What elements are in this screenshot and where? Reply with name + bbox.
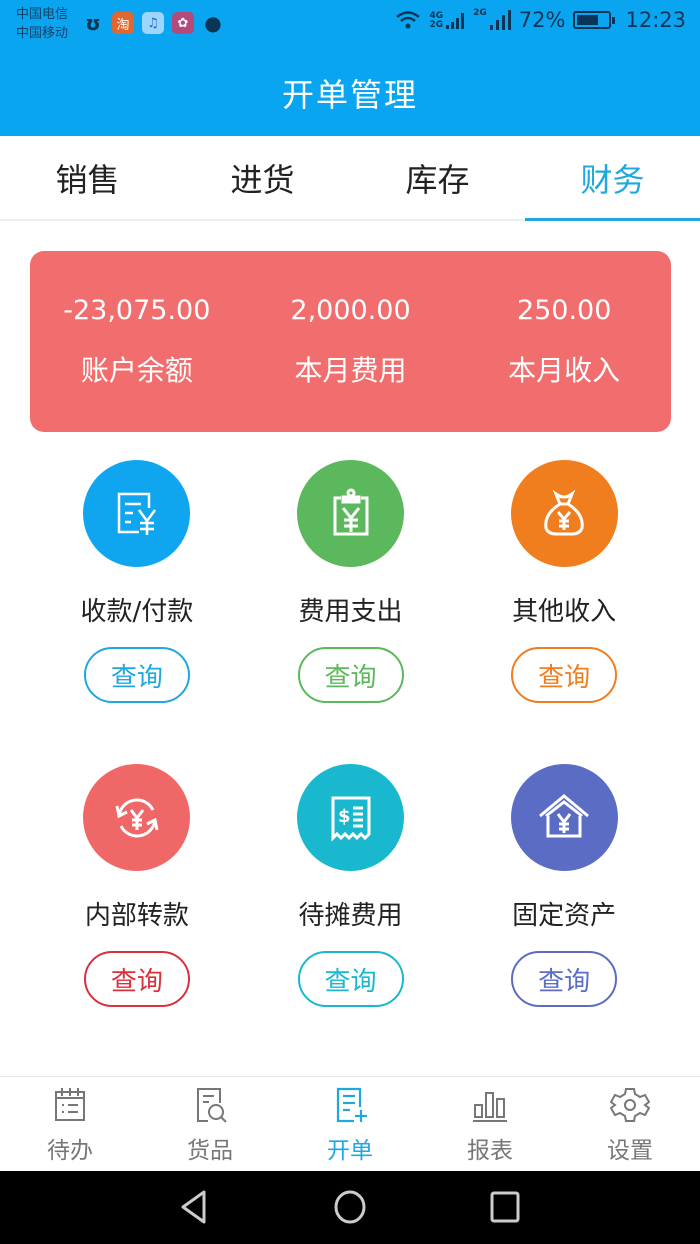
summary-value: -23,075.00 xyxy=(63,295,211,326)
carrier-2: 中国移动 xyxy=(16,26,69,41)
nav-todo[interactable]: 待办 xyxy=(0,1077,140,1171)
home-icon[interactable] xyxy=(332,1189,368,1225)
function-label: 其他收入 xyxy=(512,597,617,627)
wifi-icon xyxy=(396,11,421,29)
nav-label: 待办 xyxy=(47,1138,93,1164)
function-internal-transfer: 内部转款 查询 xyxy=(30,764,244,1068)
app-u-icon: ʊ xyxy=(85,11,101,35)
signal-bars-icon xyxy=(489,10,511,30)
gear-icon xyxy=(610,1088,650,1122)
status-indicators: 4G 2G 2G 72% 12:23 xyxy=(395,8,686,32)
fixed-assets-button[interactable] xyxy=(510,764,618,871)
receipt-yen-icon xyxy=(117,492,156,535)
battery-fill xyxy=(577,15,598,25)
other-income-button[interactable] xyxy=(510,460,618,567)
summary-value: 2,000.00 xyxy=(290,295,411,326)
svg-text:$: $ xyxy=(338,806,351,827)
nav-label: 开单 xyxy=(327,1138,373,1164)
battery-icon xyxy=(573,11,616,29)
query-receive-pay-button[interactable]: 查询 xyxy=(83,647,190,703)
tab-purchase[interactable]: 进货 xyxy=(175,136,350,219)
function-label: 固定资产 xyxy=(512,901,617,931)
summary-account-balance[interactable]: -23,075.00 账户余额 xyxy=(30,251,244,432)
query-deferred-expense-button[interactable]: 查询 xyxy=(297,951,404,1007)
nav-create-order[interactable]: 开单 xyxy=(280,1077,420,1171)
query-expense-button[interactable]: 查询 xyxy=(297,647,404,703)
bill-dollar-icon: $ xyxy=(331,796,370,842)
function-label: 费用支出 xyxy=(298,597,403,627)
battery-percent: 72% xyxy=(518,8,566,32)
nav-label: 货品 xyxy=(187,1138,233,1164)
tab-sales[interactable]: 销售 xyxy=(0,136,175,219)
system-nav-bar xyxy=(0,1171,700,1244)
app-header: 开单管理 xyxy=(0,50,700,136)
function-other-income: 其他收入 查询 xyxy=(457,460,671,764)
network-type-2: 2G xyxy=(473,8,487,18)
summary-month-income[interactable]: 250.00 本月收入 xyxy=(457,251,671,432)
query-other-income-button[interactable]: 查询 xyxy=(511,647,618,703)
query-fixed-assets-button[interactable]: 查询 xyxy=(511,951,618,1007)
chat-icon: ● xyxy=(204,11,222,35)
function-label: 待摊费用 xyxy=(298,901,403,931)
expense-button[interactable] xyxy=(297,460,404,567)
house-yen-icon xyxy=(539,793,590,837)
summary-label: 账户余额 xyxy=(80,354,193,387)
page-title: 开单管理 xyxy=(281,76,418,114)
network-type-bottom: 2G xyxy=(429,20,444,30)
tab-finance[interactable]: 财务 xyxy=(525,136,700,221)
finance-summary-card: -23,075.00 账户余额 2,000.00 本月费用 250.00 本月收… xyxy=(30,251,671,432)
deferred-expense-button[interactable]: $ xyxy=(297,764,404,871)
recents-icon[interactable] xyxy=(488,1189,522,1225)
tab-inventory[interactable]: 库存 xyxy=(350,136,525,219)
function-deferred-expense: $ 待摊费用 查询 xyxy=(244,764,458,1068)
bottom-nav: 待办 货品 开单 报表 设置 xyxy=(0,1076,700,1171)
function-expense: 费用支出 查询 xyxy=(244,460,458,764)
notification-icons: ʊ 淘 ♫ ✿ ● xyxy=(82,11,224,35)
tab-bar: 销售 进货 库存 财务 xyxy=(0,136,700,221)
finance-function-grid: 收款/付款 查询 费用支出 查询 其他收入 查询 内部转款 查询 $ 待摊费用 … xyxy=(30,460,671,1068)
transfer-yen-icon xyxy=(115,798,159,837)
function-label: 内部转款 xyxy=(84,901,189,931)
clipboard-yen-icon xyxy=(333,488,368,535)
taobao-icon: 淘 xyxy=(112,12,134,34)
signal-sim1: 4G 2G xyxy=(429,10,465,30)
calendar-todo-icon xyxy=(55,1088,85,1121)
document-search-icon xyxy=(197,1088,227,1123)
status-bar: 中国电信 中国移动 ʊ 淘 ♫ ✿ ● 4G 2G 2G 72% 12:23 xyxy=(0,0,700,50)
huawei-icon: ✿ xyxy=(172,12,194,34)
clock: 12:23 xyxy=(625,8,686,32)
back-icon[interactable] xyxy=(178,1189,212,1225)
summary-value: 250.00 xyxy=(516,295,612,326)
summary-month-expense[interactable]: 2,000.00 本月费用 xyxy=(244,251,458,432)
document-add-icon xyxy=(336,1087,367,1123)
bar-chart-icon xyxy=(473,1092,507,1122)
signal-bars-icon xyxy=(446,13,465,29)
summary-label: 本月费用 xyxy=(294,354,407,387)
query-internal-transfer-button[interactable]: 查询 xyxy=(83,951,190,1007)
carrier-1: 中国电信 xyxy=(16,7,69,22)
summary-label: 本月收入 xyxy=(508,354,621,387)
receive-pay-button[interactable] xyxy=(83,460,191,567)
nav-label: 报表 xyxy=(467,1138,513,1164)
internal-transfer-button[interactable] xyxy=(83,764,191,871)
money-bag-icon xyxy=(544,489,584,535)
nav-reports[interactable]: 报表 xyxy=(420,1077,560,1171)
function-receive-pay: 收款/付款 查询 xyxy=(30,460,244,764)
signal-sim2: 2G xyxy=(473,9,511,31)
function-fixed-assets: 固定资产 查询 xyxy=(457,764,671,1068)
nav-label: 设置 xyxy=(607,1138,653,1164)
carrier-info: 中国电信 中国移动 xyxy=(16,5,68,43)
music-icon: ♫ xyxy=(142,12,164,34)
function-label: 收款/付款 xyxy=(80,597,194,627)
nav-goods[interactable]: 货品 xyxy=(140,1077,280,1171)
nav-settings[interactable]: 设置 xyxy=(560,1077,700,1171)
